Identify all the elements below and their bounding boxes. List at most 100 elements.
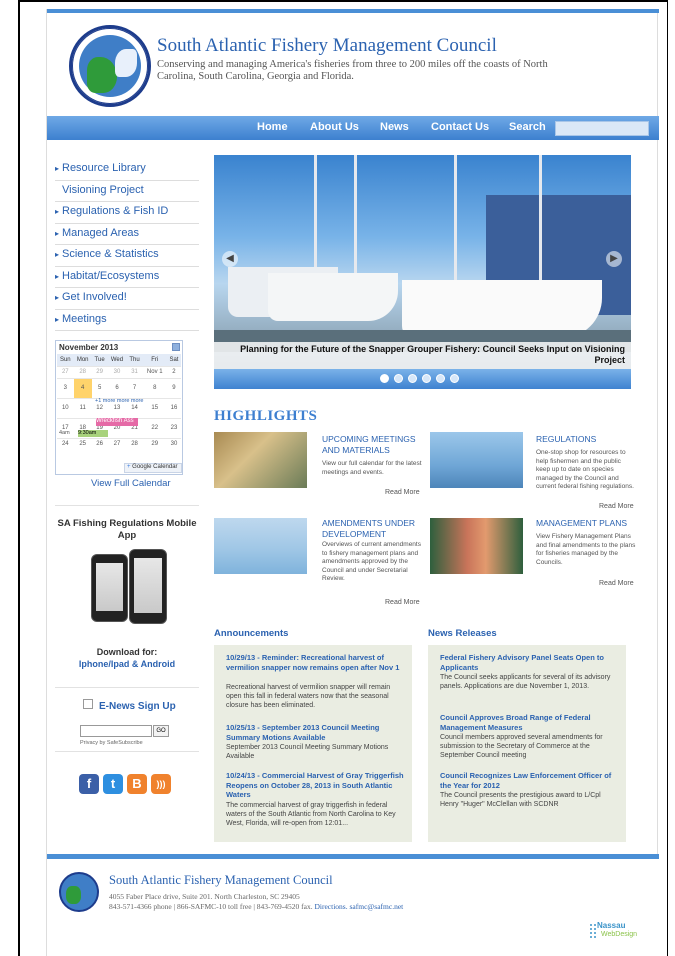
announcement-title[interactable]: 10/29/13 - Reminder: Recreational harves… [226,653,406,672]
calendar-day[interactable]: 22 [142,417,167,438]
slider-dot[interactable] [394,374,403,383]
meeting-photo[interactable] [214,432,307,488]
calendar-day[interactable]: 30 [107,365,127,378]
sidebar-item-visioning-project[interactable]: Visioning Project [55,181,199,202]
enews-signup-title[interactable]: E-News Sign Up [99,701,176,712]
enews-go-button[interactable]: GO [153,725,169,737]
slider-dot[interactable] [436,374,445,383]
nav-contact-us[interactable]: Contact Us [431,121,489,133]
announcements-title: Announcements [214,628,289,639]
calendar-day[interactable]: 15 [142,397,167,418]
news-title[interactable]: Council Approves Broad Range of Federal … [440,713,620,732]
calendar-day[interactable]: 16 [166,397,181,418]
calendar-day[interactable]: 25 [73,437,92,450]
twitter-icon[interactable]: t [103,774,123,794]
fish-photo[interactable] [430,518,523,574]
calendar-day[interactable]: 7 [126,377,143,398]
directions-link[interactable]: Directions. [314,902,347,911]
slider-prev-icon[interactable]: ◀ [222,251,238,267]
nassau-webdesign-logo[interactable]: Nassau WebDesign [589,921,649,945]
read-more-link[interactable]: Read More [385,489,420,496]
site-title[interactable]: South Atlantic Fishery Management Counci… [157,35,497,57]
hero-slider[interactable]: ◀ ▶ Planning for the Future of the Snapp… [214,155,631,389]
council-logo[interactable] [69,25,151,107]
calendar-day[interactable]: 28 [73,365,92,378]
calendar-month[interactable]: November 2013 [59,343,118,352]
calendar-day[interactable]: 26 [91,437,108,450]
calendar-day[interactable]: 3 [57,377,74,398]
boats-photo[interactable] [430,432,523,488]
calendar-day[interactable]: 28 [126,437,143,450]
calendar-day-today[interactable]: 4 [73,377,92,398]
slider-caption[interactable]: Planning for the Future of the Snapper G… [214,342,631,369]
enews-email-input[interactable] [80,725,152,737]
highlight-title[interactable]: UPCOMING MEETINGS AND MATERIALS [322,434,422,455]
calendar-day[interactable]: 6 [107,377,127,398]
highlight-title[interactable]: AMENDMENTS UNDER DEVELOPMENT [322,518,422,539]
announcement-title[interactable]: 10/24/13 - Commercial Harvest of Gray Tr… [226,771,406,800]
calendar-day[interactable]: 31 [126,365,143,378]
calendar-event-time[interactable]: 9:30am [78,430,108,437]
sidebar-item-science-statistics[interactable]: ▸ Science & Statistics [55,245,199,267]
vessel-photo[interactable] [214,518,307,574]
news-title[interactable]: Council Recognizes Law Enforcement Offic… [440,771,620,790]
calendar-day[interactable]: Nov 1 [142,365,167,378]
calendar-day[interactable]: 10 [57,397,74,418]
slider-next-icon[interactable]: ▶ [606,251,622,267]
search-input[interactable] [555,121,649,136]
read-more-link[interactable]: Read More [385,599,420,606]
sidebar-item-regulations[interactable]: ▸ Regulations & Fish ID [55,202,199,224]
calendar-dropdown-icon[interactable] [172,343,180,351]
calendar-day[interactable]: 27 [107,437,127,450]
calendar-day[interactable]: 24 [57,437,74,450]
highlight-title[interactable]: REGULATIONS [536,434,636,445]
slider-dot[interactable] [408,374,417,383]
calendar-day[interactable]: 9 [166,377,181,398]
privacy-note[interactable]: Privacy by SafeSubscribe [80,740,143,746]
top-accent-bar [47,9,659,13]
calendar-day[interactable]: 5 [91,377,108,398]
sidebar-item-managed-areas[interactable]: ▸ Managed Areas [55,224,199,245]
calendar-day[interactable]: 23 [166,417,181,438]
phone-image[interactable] [129,549,167,624]
calendar-event-4am[interactable]: 4am [59,430,70,436]
sidebar-item-meetings[interactable]: ▸ Meetings [55,310,199,331]
download-platforms-link[interactable]: Iphone/Ipad & Android [55,658,199,670]
sidebar-item-label: Science & Statistics [62,248,159,260]
read-more-link[interactable]: Read More [599,580,634,587]
news-title[interactable]: Federal Fishery Advisory Panel Seats Ope… [440,653,620,672]
calendar-more-events[interactable]: +1 more more more [95,398,143,404]
calendar-day[interactable]: 2 [166,365,181,378]
nav-home[interactable]: Home [257,121,288,133]
calendar-event-wreckfish[interactable]: Wreckfish Ass [96,418,138,426]
view-full-calendar-link[interactable]: View Full Calendar [91,478,171,489]
google-calendar-badge[interactable]: + Google Calendar [124,463,182,473]
phone-image[interactable] [91,554,128,622]
calendar-day[interactable]: 8 [142,377,167,398]
calendar-day[interactable]: 30 [166,437,181,450]
nav-about-us[interactable]: About Us [310,121,359,133]
calendar-day[interactable]: 11 [73,397,92,418]
nav-search[interactable]: Search [509,121,546,133]
facebook-icon[interactable]: f [79,774,99,794]
nav-news[interactable]: News [380,121,409,133]
rss-icon[interactable]: ))) [151,774,171,794]
calendar-day[interactable]: 29 [142,437,167,450]
blogger-icon[interactable]: B [127,774,147,794]
calendar-day[interactable]: 27 [57,365,74,378]
email-link[interactable]: safmc@safmc.net [349,902,403,911]
sidebar-item-resource-library[interactable]: ▸ Resource Library [55,159,199,181]
fish-icon [115,49,137,77]
footer-logo[interactable] [59,872,99,912]
highlight-text: View our full calendar for the latest me… [322,460,422,476]
announcement-title[interactable]: 10/25/13 - September 2013 Council Meetin… [226,723,406,742]
slider-dot[interactable] [422,374,431,383]
sidebar-item-habitat[interactable]: ▸ Habitat/Ecosystems [55,267,199,288]
sidebar-item-get-involved[interactable]: ▸ Get Involved! [55,288,199,310]
highlight-title[interactable]: MANAGEMENT PLANS [536,518,636,529]
slider-dot-active[interactable] [380,374,389,383]
slider-dot[interactable] [450,374,459,383]
read-more-link[interactable]: Read More [599,503,634,510]
site-tagline: Conserving and managing America's fisher… [157,59,548,82]
calendar-day[interactable]: 29 [91,365,108,378]
